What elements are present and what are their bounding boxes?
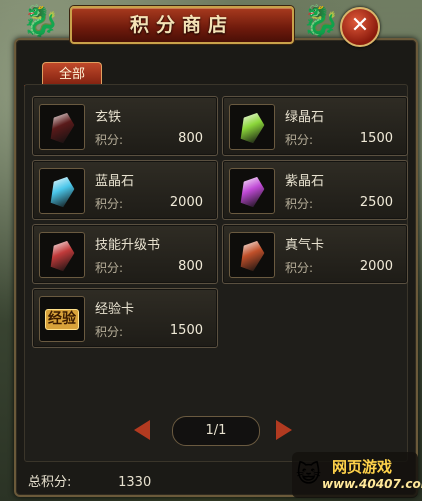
- item-name: 紫晶石: [285, 174, 325, 189]
- purple-crystal-icon: [229, 168, 275, 214]
- item-price-label: 积分:: [95, 133, 124, 147]
- page-title: 积分商店: [129, 14, 234, 36]
- shop-item[interactable]: 玄铁积分: 800: [32, 96, 218, 156]
- total-points-value: 1330: [118, 475, 152, 490]
- page-indicator: 1/1: [172, 416, 260, 446]
- green-crystal-icon: [229, 104, 275, 150]
- total-points-label: 总积分:: [28, 475, 72, 490]
- item-name: 玄铁: [95, 110, 122, 125]
- item-price-label: 积分:: [95, 197, 124, 211]
- total-points: 总积分: 1330: [28, 471, 151, 490]
- skill-book-icon: [39, 232, 85, 278]
- item-price-label: 积分:: [95, 261, 124, 275]
- shop-item[interactable]: 蓝晶石积分: 2000: [32, 160, 218, 220]
- close-icon: ✕: [350, 13, 370, 38]
- shop-panel: 全部 玄铁 积分: 800 绿晶石 积分: 1500 蓝晶石 积分: 2000 紫晶石 积分: 250…: [14, 38, 418, 497]
- item-price-label: 积分:: [285, 197, 314, 211]
- item-shape: [237, 109, 268, 145]
- blue-crystal-icon: [39, 168, 85, 214]
- item-shape: [47, 173, 78, 209]
- item-price-value: 800: [178, 131, 203, 146]
- watermark-url: www.40407.com: [322, 477, 422, 491]
- item-shape: [237, 173, 268, 209]
- prev-page-arrow-icon[interactable]: [134, 420, 150, 440]
- item-price-value: 2000: [359, 259, 393, 274]
- shop-item[interactable]: 绿晶石积分: 1500: [222, 96, 408, 156]
- shop-item[interactable]: 紫晶石积分: 2500: [222, 160, 408, 220]
- item-name: 经验卡: [95, 302, 135, 317]
- item-shape: [47, 237, 78, 273]
- item-price-value: 1500: [169, 323, 203, 338]
- watermark-title: 网页游戏: [332, 458, 393, 476]
- item-price-label: 积分:: [95, 325, 124, 339]
- experience-card-glyph: 经验: [45, 308, 79, 330]
- close-button[interactable]: ✕: [340, 7, 380, 47]
- item-price-value: 800: [178, 259, 203, 274]
- experience-card-icon: 经验: [39, 296, 85, 342]
- title-banner: 积分商店: [70, 6, 294, 44]
- mascot-icon: 😺: [296, 460, 322, 488]
- dragon-ornament-left-icon: 🐉: [22, 4, 60, 39]
- shop-item[interactable]: 技能升级书积分: 800: [32, 224, 218, 284]
- item-price-value: 2000: [169, 195, 203, 210]
- item-price-value: 1500: [359, 131, 393, 146]
- item-price-value: 2500: [359, 195, 393, 210]
- item-shape: [47, 109, 78, 145]
- item-name: 蓝晶石: [95, 174, 135, 189]
- item-name: 技能升级书: [95, 238, 161, 253]
- shop-item[interactable]: 真气卡积分: 2000: [222, 224, 408, 284]
- true-qi-card-icon: [229, 232, 275, 278]
- item-shape: [237, 237, 268, 273]
- item-price-label: 积分:: [285, 261, 314, 275]
- site-watermark: 😺 网页游戏 www.40407.com: [292, 452, 422, 498]
- pagination: 1/1: [128, 416, 298, 446]
- item-name: 真气卡: [285, 238, 325, 253]
- shop-item[interactable]: 经验 经验卡积分: 1500: [32, 288, 218, 348]
- black-iron-icon: [39, 104, 85, 150]
- item-price-label: 积分:: [285, 133, 314, 147]
- item-name: 绿晶石: [285, 110, 325, 125]
- next-page-arrow-icon[interactable]: [276, 420, 292, 440]
